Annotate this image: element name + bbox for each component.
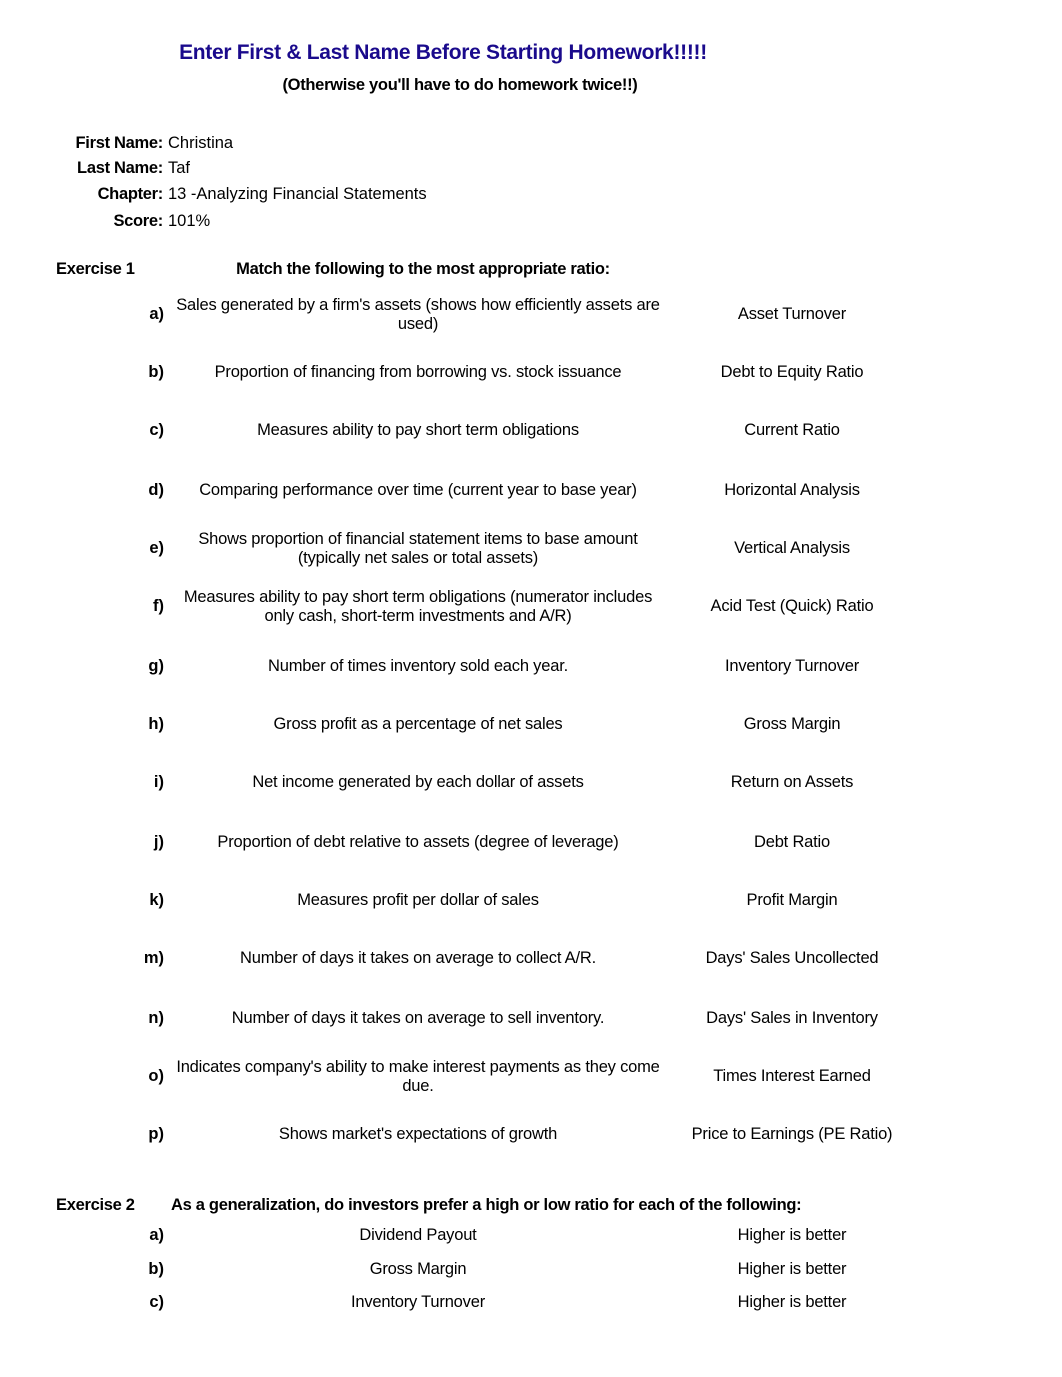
- page-subtitle: (Otherwise you'll have to do homework tw…: [282, 76, 638, 94]
- item-description: Sales generated by a firm's assets (show…: [176, 296, 660, 333]
- item-answer[interactable]: Inventory Turnover: [672, 657, 912, 676]
- item-description: Measures ability to pay short term oblig…: [257, 421, 579, 439]
- exercise-2-label: Exercise 2: [56, 1196, 135, 1214]
- item-letter: b): [148, 1260, 164, 1278]
- item-description: Measures profit per dollar of sales: [297, 891, 539, 909]
- item-answer[interactable]: Higher is better: [672, 1260, 912, 1279]
- item-letter: c): [149, 421, 164, 439]
- first-name-field[interactable]: Christina: [168, 134, 233, 153]
- item-answer[interactable]: Return on Assets: [672, 773, 912, 792]
- item-description: Number of times inventory sold each year…: [268, 657, 568, 675]
- chapter-value: 13 -Analyzing Financial Statements: [168, 185, 427, 203]
- item-answer[interactable]: Acid Test (Quick) Ratio: [672, 597, 912, 616]
- item-description: Net income generated by each dollar of a…: [252, 773, 584, 791]
- item-answer[interactable]: Price to Earnings (PE Ratio): [672, 1125, 912, 1144]
- item-answer[interactable]: Days' Sales in Inventory: [672, 1009, 912, 1028]
- item-answer[interactable]: Profit Margin: [672, 891, 912, 910]
- score-value: 101%: [168, 212, 211, 230]
- item-description: Indicates company's ability to make inte…: [176, 1058, 660, 1095]
- item-description: Gross Margin: [369, 1260, 467, 1278]
- last-name-field[interactable]: Taf: [168, 159, 190, 178]
- item-answer[interactable]: Debt to Equity Ratio: [672, 363, 912, 382]
- item-letter: j): [153, 833, 164, 851]
- item-description: Measures ability to pay short term oblig…: [183, 588, 653, 625]
- item-description: Number of days it takes on average to se…: [231, 1009, 605, 1027]
- item-letter: e): [149, 539, 164, 557]
- item-description: Comparing performance over time (current…: [199, 481, 637, 499]
- item-letter: p): [148, 1125, 164, 1143]
- item-letter: c): [149, 1293, 164, 1311]
- item-answer[interactable]: Horizontal Analysis: [672, 481, 912, 500]
- item-description: Shows proportion of financial statement …: [198, 530, 638, 567]
- item-description: Dividend Payout: [359, 1226, 477, 1244]
- item-description: Inventory Turnover: [351, 1293, 485, 1311]
- item-answer[interactable]: Higher is better: [672, 1293, 912, 1312]
- item-description: Shows market's expectations of growth: [278, 1125, 558, 1143]
- item-letter: a): [149, 305, 164, 323]
- item-letter: i): [153, 773, 164, 791]
- item-answer[interactable]: Current Ratio: [672, 421, 912, 440]
- item-letter: a): [149, 1226, 164, 1244]
- item-letter: k): [149, 891, 164, 909]
- chapter-label: Chapter:: [97, 185, 164, 203]
- item-description: Proportion of debt relative to assets (d…: [217, 833, 619, 851]
- page-title: Enter First & Last Name Before Starting …: [179, 41, 707, 64]
- item-letter: f): [153, 597, 164, 615]
- item-letter: d): [148, 481, 164, 499]
- item-answer[interactable]: Debt Ratio: [672, 833, 912, 852]
- first-name-label: First Name:: [75, 134, 164, 152]
- item-answer[interactable]: Asset Turnover: [672, 305, 912, 324]
- item-letter: h): [148, 715, 164, 733]
- item-answer[interactable]: Higher is better: [672, 1226, 912, 1245]
- item-description: Number of days it takes on average to co…: [240, 949, 596, 967]
- item-letter: b): [148, 363, 164, 381]
- item-letter: o): [148, 1067, 164, 1085]
- item-answer[interactable]: Times Interest Earned: [672, 1067, 912, 1086]
- item-letter: m): [143, 949, 164, 967]
- item-answer[interactable]: Gross Margin: [672, 715, 912, 734]
- last-name-label: Last Name:: [77, 159, 163, 177]
- item-letter: g): [148, 657, 164, 675]
- exercise-1-instruction: Match the following to the most appropri…: [236, 260, 610, 278]
- score-label: Score:: [113, 212, 163, 230]
- item-description: Proportion of financing from borrowing v…: [214, 363, 622, 381]
- item-letter: n): [148, 1009, 164, 1027]
- item-answer[interactable]: Days' Sales Uncollected: [672, 949, 912, 968]
- exercise-2-instruction: As a generalization, do investors prefer…: [171, 1196, 802, 1214]
- item-answer[interactable]: Vertical Analysis: [672, 539, 912, 558]
- exercise-1-label: Exercise 1: [56, 260, 135, 278]
- item-description: Gross profit as a percentage of net sale…: [273, 715, 563, 733]
